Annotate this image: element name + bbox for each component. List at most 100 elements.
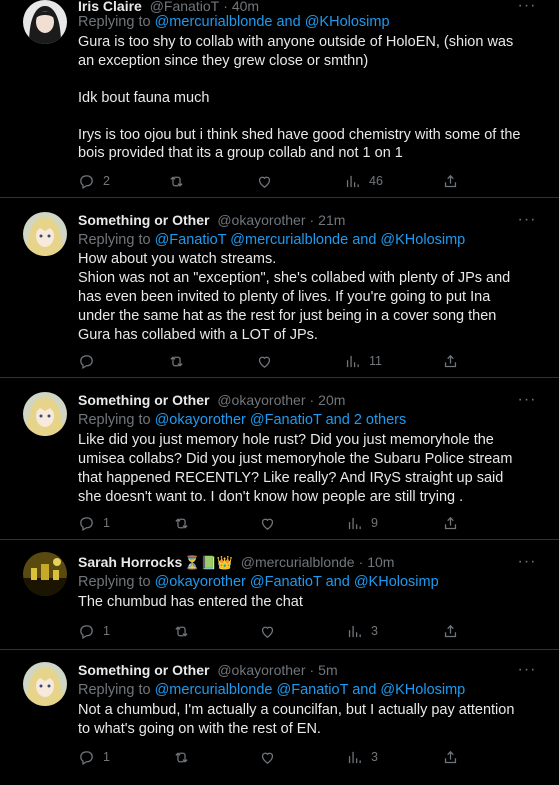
reply-icon: [80, 624, 93, 639]
tweet-actions: 1 3: [78, 621, 478, 641]
like-icon: [261, 518, 274, 530]
like-button[interactable]: [259, 747, 284, 767]
tweet-actions: 1 3: [78, 747, 478, 767]
share-button[interactable]: [442, 747, 459, 767]
reply-button[interactable]: 2: [78, 171, 110, 191]
like-button[interactable]: [256, 351, 281, 371]
tweet-text: The chumbud has entered the chat: [78, 594, 303, 610]
share-button[interactable]: [442, 621, 459, 641]
tweet-header: Sarah Horrocks ⏳📗👑 @mercurialblonde · 10m: [78, 554, 395, 570]
like-button[interactable]: [259, 621, 284, 641]
retweet-button[interactable]: [173, 513, 198, 533]
author-name[interactable]: Sarah Horrocks: [78, 554, 182, 570]
reply-button[interactable]: 1: [78, 513, 110, 533]
tweet-header: Something or Other @okayorother · 20m: [78, 392, 346, 408]
views-icon: [348, 625, 361, 637]
share-icon: [444, 516, 457, 529]
views-button[interactable]: 46: [344, 171, 383, 191]
replying-to: Replying to @FanatioT @mercurialblonde a…: [78, 232, 466, 248]
timestamp[interactable]: 5m: [318, 662, 337, 678]
reply-mentions[interactable]: @FanatioT @mercurialblonde and @KHolosim…: [155, 232, 466, 248]
like-button[interactable]: [256, 171, 281, 191]
more-icon[interactable]: ···: [517, 210, 537, 230]
views-button[interactable]: 11: [344, 351, 382, 371]
reply-mentions[interactable]: @okayorother @FanatioT and 2 others: [155, 412, 407, 428]
views-icon: [346, 175, 359, 187]
more-icon[interactable]: ···: [517, 552, 537, 572]
reply-mentions[interactable]: @mercurialblonde and @KHolosimp: [155, 14, 390, 30]
replying-to: Replying to @okayorother @FanatioT and @…: [78, 574, 439, 590]
avatar[interactable]: [23, 212, 67, 256]
tweet-text: Gura is too shy to collab with anyone ou…: [78, 34, 521, 161]
tweet-actions: 1 9: [78, 513, 478, 533]
share-button[interactable]: [442, 513, 459, 533]
tweet-text: How about you watch streams. Shion was n…: [78, 251, 511, 343]
share-icon: [444, 174, 457, 187]
retweet-icon: [170, 175, 183, 187]
share-button[interactable]: [442, 171, 459, 191]
author-handle[interactable]: @okayorother: [217, 392, 305, 408]
retweet-button[interactable]: [173, 747, 198, 767]
like-icon: [258, 356, 271, 368]
author-name[interactable]: Something or Other: [78, 212, 209, 228]
tweet[interactable]: Something or Other @okayorother · 21m ··· …: [0, 198, 559, 378]
avatar[interactable]: [23, 0, 67, 44]
tweet[interactable]: Something or Other @okayorother · 20m ··· …: [0, 378, 559, 540]
tweet[interactable]: Sarah Horrocks ⏳📗👑 @mercurialblonde · 10m ·…: [0, 540, 559, 650]
share-icon: [444, 750, 457, 763]
reply-icon: [80, 516, 93, 531]
share-icon: [444, 354, 457, 367]
tweet-actions: 2 46: [78, 171, 478, 191]
tweet[interactable]: Something or Other @okayorother · 5m ··· R…: [0, 650, 559, 785]
retweet-button[interactable]: [168, 351, 193, 371]
views-icon: [348, 517, 361, 529]
name-emojis: ⏳📗👑: [184, 555, 233, 570]
timestamp[interactable]: 20m: [318, 392, 345, 408]
tweet-text: Like did you just memory hole rust? Did …: [78, 432, 517, 505]
views-button[interactable]: 3: [346, 621, 378, 641]
more-icon[interactable]: ···: [517, 660, 537, 680]
retweet-icon: [175, 751, 188, 763]
reply-icon: [80, 750, 93, 765]
avatar[interactable]: [23, 552, 67, 596]
tweet-actions: 11: [78, 351, 478, 371]
reply-button[interactable]: 1: [78, 621, 110, 641]
like-button[interactable]: [259, 513, 284, 533]
replying-to: Replying to @mercurialblonde @FanatioT a…: [78, 682, 466, 698]
reply-button[interactable]: 1: [78, 747, 110, 767]
views-button[interactable]: 3: [346, 747, 378, 767]
author-name[interactable]: Something or Other: [78, 662, 209, 678]
retweet-icon: [175, 625, 188, 637]
tweet[interactable]: Iris Claire @FanatioT · 40m ··· Replying t…: [0, 0, 559, 198]
tweet-text: Not a chumbud, I'm actually a councilfan…: [78, 702, 519, 737]
retweet-button[interactable]: [173, 621, 198, 641]
views-icon: [348, 751, 361, 763]
like-icon: [258, 176, 271, 188]
avatar[interactable]: [23, 392, 67, 436]
reply-mentions[interactable]: @okayorother @FanatioT and @KHolosimp: [155, 574, 439, 590]
avatar[interactable]: [23, 662, 67, 706]
tweet-header: Something or Other @okayorother · 5m: [78, 662, 338, 678]
reply-icon: [80, 174, 93, 189]
share-button[interactable]: [442, 351, 459, 371]
retweet-button[interactable]: [168, 171, 193, 191]
reply-button[interactable]: [78, 351, 103, 371]
views-icon: [346, 355, 359, 367]
author-handle[interactable]: @okayorother: [217, 212, 305, 228]
like-icon: [261, 626, 274, 638]
more-icon[interactable]: ···: [517, 390, 537, 410]
retweet-icon: [175, 517, 188, 529]
reply-icon: [80, 354, 93, 369]
views-button[interactable]: 9: [346, 513, 378, 533]
timestamp[interactable]: 21m: [318, 212, 345, 228]
share-icon: [444, 624, 457, 637]
like-icon: [261, 752, 274, 764]
retweet-icon: [170, 355, 183, 367]
author-handle[interactable]: @okayorother: [217, 662, 305, 678]
replying-to: Replying to @okayorother @FanatioT and 2…: [78, 412, 407, 428]
timestamp[interactable]: 10m: [367, 554, 394, 570]
replying-to: Replying to @mercurialblonde and @KHolos…: [78, 14, 390, 30]
author-name[interactable]: Something or Other: [78, 392, 209, 408]
author-handle[interactable]: @mercurialblonde: [241, 554, 355, 570]
reply-mentions[interactable]: @mercurialblonde @FanatioT and @KHolosim…: [155, 682, 466, 698]
